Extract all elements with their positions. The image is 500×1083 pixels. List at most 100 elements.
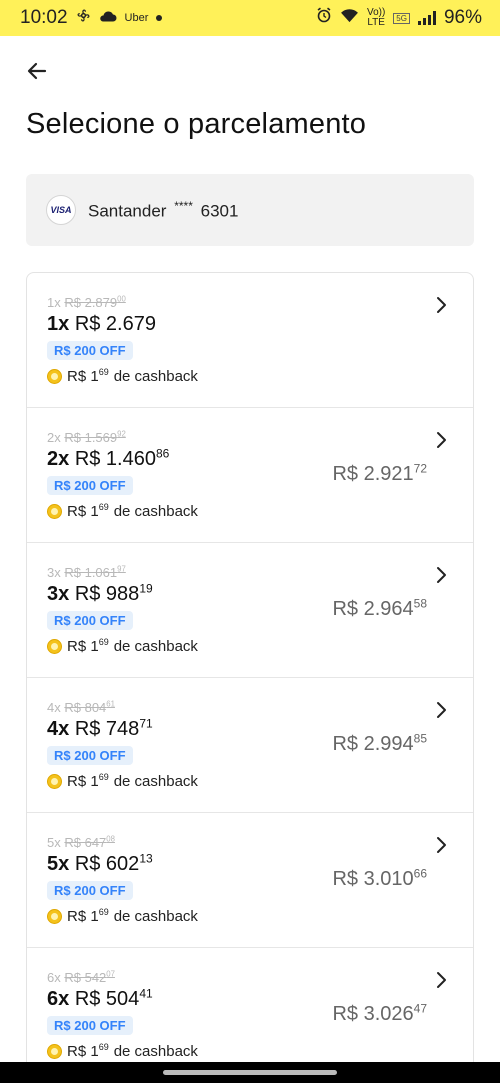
installment-total: R$ 3.02647 (332, 1002, 427, 1026)
original-price-main: R$ 542 (64, 970, 107, 985)
installment-total: R$ 3.01066 (332, 866, 427, 891)
installment-option-1[interactable]: 1x R$ 2.87900 1x R$ 2.679 R$ 200 OFF R$ … (27, 273, 473, 408)
installment-option-5[interactable]: 5x R$ 64708 5x R$ 60213 R$ 200 OFF R$ 16… (27, 813, 473, 948)
cashback-amount-main: R$ 1 (67, 773, 99, 790)
installment-total: R$ 2.92172 (332, 462, 427, 486)
selected-card[interactable]: VISA Santander **** 6301 (26, 174, 474, 246)
back-button[interactable] (22, 56, 52, 86)
cashback-label: de cashback (113, 503, 198, 520)
installment-total: R$ 2.96458 (332, 596, 427, 621)
installment-option-6[interactable]: 6x R$ 54207 6x R$ 50441 R$ 200 OFF R$ 16… (27, 948, 473, 1071)
original-price: 5x R$ 64708 (47, 835, 115, 850)
original-price-value: R$ 1.06197 (64, 565, 125, 580)
fan-icon (76, 7, 91, 29)
installment-price-cents: 19 (139, 581, 153, 596)
cashback-amount-cents: 69 (98, 772, 109, 782)
discount-badge: R$ 200 OFF (47, 881, 133, 900)
card-mask: **** (174, 198, 193, 213)
total-main: R$ 3.010 (332, 868, 414, 890)
volte-indicator: Vo)) LTE (367, 8, 385, 28)
installment-price-main: R$ 602 (74, 853, 140, 875)
cashback-amount-main: R$ 1 (67, 1043, 99, 1060)
card-last-digits: 6301 (200, 201, 239, 221)
discount-badge: R$ 200 OFF (47, 476, 133, 495)
wifi-icon (340, 7, 359, 29)
total-main: R$ 3.026 (332, 1003, 414, 1025)
cloud-icon (99, 7, 117, 29)
total-cents: 58 (413, 596, 427, 611)
installment-option-3[interactable]: 3x R$ 1.06197 3x R$ 98819 R$ 200 OFF R$ … (27, 543, 473, 678)
installment-option-4[interactable]: 4x R$ 80461 4x R$ 74871 R$ 200 OFF R$ 16… (27, 678, 473, 813)
installment-price-main: R$ 748 (74, 718, 140, 740)
cashback-amount-main: R$ 1 (67, 638, 99, 655)
installment-price-cents: 71 (139, 716, 153, 731)
status-bar: 10:02 Uber Vo)) LTE 5G 96% (0, 0, 500, 36)
installment-price: 4x R$ 74871 (47, 716, 153, 741)
discount-badge: R$ 200 OFF (47, 611, 133, 630)
coin-icon (47, 774, 62, 789)
installment-total: R$ 2.99485 (332, 732, 427, 756)
original-price-cents: 92 (117, 429, 126, 439)
chevron-right-icon (437, 837, 446, 853)
cashback-amount-main: R$ 1 (67, 503, 99, 520)
network-type-label: 5G (393, 12, 410, 24)
cashback-label: de cashback (113, 368, 198, 385)
cashback-amount: R$ 169 (67, 907, 109, 926)
original-price-value: R$ 1.56992 (64, 430, 125, 445)
original-price-value: R$ 80461 (64, 700, 115, 715)
installment-count: 5x (47, 853, 70, 875)
original-price-main: R$ 1.569 (64, 430, 118, 445)
cashback-amount: R$ 169 (67, 367, 109, 386)
volte-bottom-label: LTE (367, 17, 385, 28)
installment-price-cents: 86 (155, 446, 170, 461)
original-price: 2x R$ 1.56992 (47, 430, 126, 445)
cashback-amount-cents: 69 (98, 637, 109, 647)
original-price-value: R$ 64708 (64, 835, 115, 850)
original-price-value: R$ 54207 (64, 970, 115, 985)
cashback-label: de cashback (113, 1043, 198, 1060)
installment-price-cents: 41 (139, 986, 153, 1001)
cashback-amount-cents: 69 (98, 367, 109, 377)
cashback-amount: R$ 169 (67, 502, 109, 521)
original-price-cents: 07 (106, 969, 115, 979)
installment-price: 2x R$ 1.46086 (47, 446, 170, 471)
original-price: 4x R$ 80461 (47, 700, 115, 715)
installment-list: 1x R$ 2.87900 1x R$ 2.679 R$ 200 OFF R$ … (26, 272, 474, 1072)
coin-icon (47, 369, 62, 384)
chevron-right-icon (437, 567, 446, 583)
installment-price: 5x R$ 60213 (47, 851, 153, 876)
cashback-amount-cents: 69 (98, 907, 109, 917)
coin-icon (47, 909, 62, 924)
original-count: 3x (47, 565, 61, 580)
installment-price-main: R$ 988 (74, 583, 140, 605)
alarm-icon (316, 7, 332, 29)
installment-price-main: R$ 2.679 (74, 313, 156, 335)
installment-price-cents: 13 (139, 851, 153, 866)
original-price-main: R$ 804 (64, 700, 107, 715)
original-count: 2x (47, 430, 61, 445)
cashback-info: R$ 169 de cashback (47, 908, 198, 925)
status-time: 10:02 (20, 7, 68, 28)
chevron-right-icon (437, 297, 446, 313)
card-bank: Santander (88, 201, 167, 221)
cashback-label: de cashback (113, 638, 198, 655)
cashback-info: R$ 169 de cashback (47, 1043, 198, 1060)
signal-icon (417, 11, 436, 25)
home-handle[interactable] (163, 1070, 337, 1075)
page-title: Selecione o parcelamento (26, 108, 367, 140)
installment-count: 6x (47, 988, 70, 1010)
installment-price: 3x R$ 98819 (47, 581, 153, 606)
coin-icon (47, 639, 62, 654)
installment-price: 1x R$ 2.679 (47, 313, 156, 336)
original-price-cents: 61 (106, 699, 115, 709)
total-cents: 66 (413, 866, 427, 881)
total-main: R$ 2.921 (332, 463, 414, 485)
visa-logo-icon: VISA (46, 195, 76, 225)
coin-icon (47, 504, 62, 519)
installment-option-2[interactable]: 2x R$ 1.56992 2x R$ 1.46086 R$ 200 OFF R… (27, 408, 473, 543)
cashback-amount-cents: 69 (98, 502, 109, 512)
original-price: 6x R$ 54207 (47, 970, 115, 985)
discount-badge: R$ 200 OFF (47, 341, 133, 360)
original-price-main: R$ 2.879 (64, 295, 118, 310)
original-price: 3x R$ 1.06197 (47, 565, 126, 580)
